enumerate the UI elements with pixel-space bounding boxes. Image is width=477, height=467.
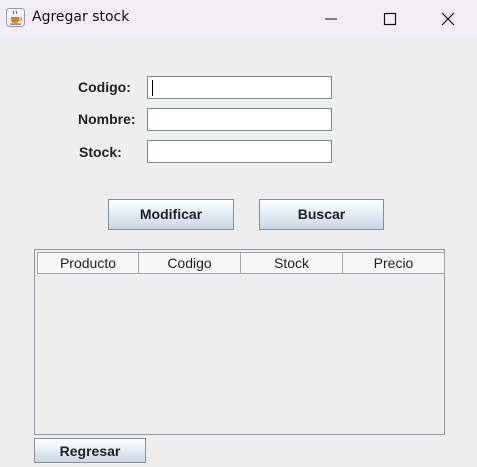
- modificar-button[interactable]: Modificar: [108, 199, 234, 230]
- window-title: Agregar stock: [32, 9, 130, 25]
- stock-field[interactable]: [147, 140, 332, 163]
- maximize-icon: [383, 12, 397, 25]
- column-header-precio[interactable]: Precio: [343, 252, 445, 274]
- stock-table[interactable]: Producto Codigo Stock Precio: [34, 249, 445, 435]
- column-header-stock[interactable]: Stock: [241, 252, 343, 274]
- column-header-producto[interactable]: Producto: [37, 252, 139, 274]
- buscar-button[interactable]: Buscar: [259, 199, 384, 230]
- close-button[interactable]: [419, 0, 477, 37]
- text-caret: [152, 80, 153, 96]
- title-bar: Agregar stock: [0, 0, 477, 37]
- minimize-icon: [325, 18, 337, 19]
- maximize-button[interactable]: [361, 0, 419, 37]
- minimize-button[interactable]: [302, 0, 360, 37]
- codigo-label: Codigo:: [78, 79, 131, 95]
- java-cup-icon: [6, 8, 25, 27]
- column-header-codigo[interactable]: Codigo: [139, 252, 241, 274]
- regresar-button[interactable]: Regresar: [34, 438, 146, 463]
- nombre-label: Nombre:: [78, 111, 136, 127]
- table-header: Producto Codigo Stock Precio: [37, 252, 445, 274]
- close-icon: [441, 12, 455, 25]
- codigo-field[interactable]: [147, 76, 332, 99]
- stock-label: Stock:: [79, 144, 122, 160]
- nombre-field[interactable]: [147, 108, 332, 131]
